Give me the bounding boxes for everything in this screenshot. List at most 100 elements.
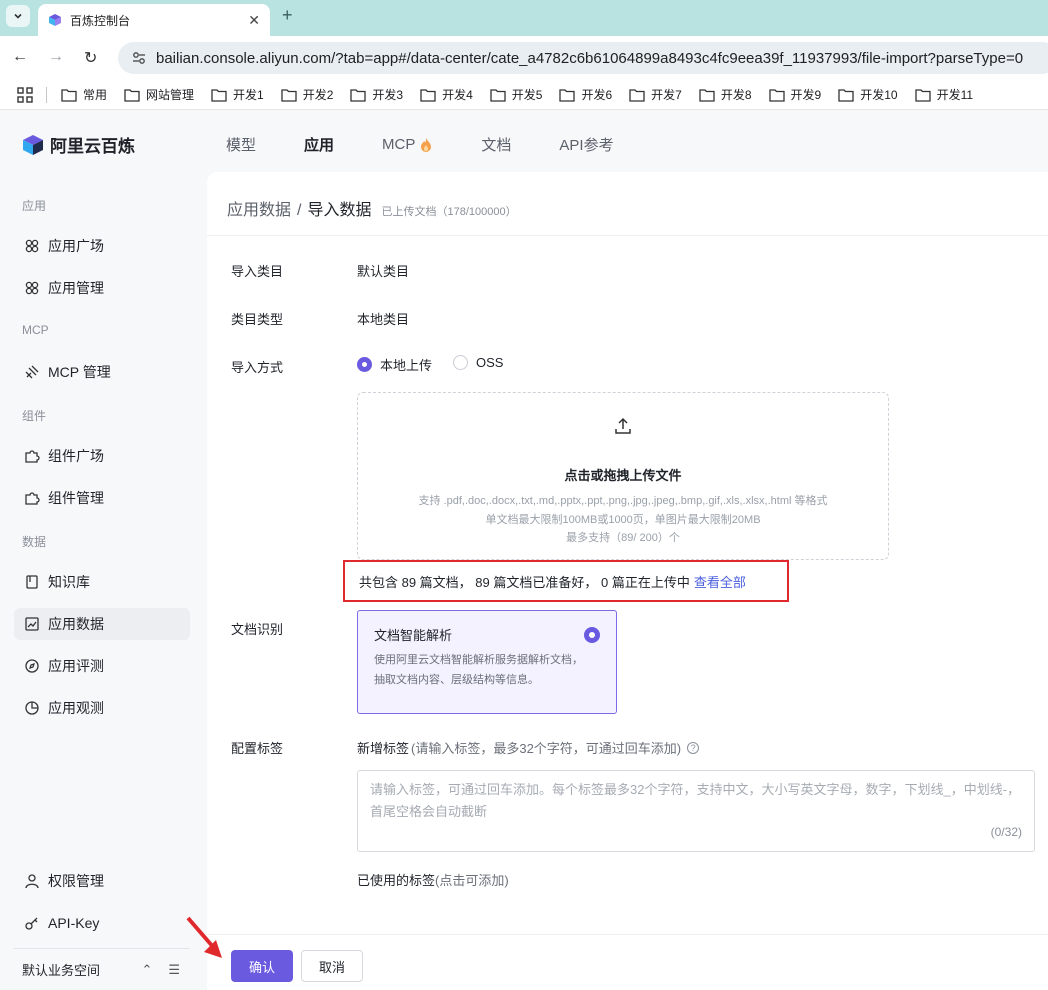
bookmark-item[interactable]: 开发1 bbox=[211, 86, 264, 103]
bookmark-item[interactable]: 开发4 bbox=[420, 86, 473, 103]
sidebar-item-mcp-manage[interactable]: MCP 管理 bbox=[14, 356, 190, 388]
smart-parse-card[interactable]: 文档智能解析 使用阿里云文档智能解析服务据解析文档，抽取文档内容、层级结构等信息… bbox=[357, 610, 617, 714]
close-tab-icon[interactable]: ✕ bbox=[248, 12, 260, 29]
site-info-icon[interactable] bbox=[130, 49, 148, 67]
upload-dropzone[interactable]: 点击或拖拽上传文件 支持 .pdf,.doc,.docx,.txt,.md,.p… bbox=[357, 392, 889, 560]
bookmark-label: 开发8 bbox=[720, 88, 752, 102]
top-nav-label: 文档 bbox=[481, 137, 512, 154]
back-icon[interactable]: ← bbox=[12, 48, 28, 66]
folder-icon bbox=[768, 88, 785, 102]
tag-char-count: (0/32) bbox=[990, 825, 1022, 839]
radio-local-upload[interactable]: 本地上传 bbox=[357, 355, 432, 374]
upload-max: 最多支持（89/ 200）个 bbox=[566, 532, 680, 544]
sidebar-item-component-manage[interactable]: 组件管理 bbox=[14, 482, 190, 514]
uploaded-count: 已上传文档（178/100000） bbox=[381, 206, 517, 218]
apps-grid-icon[interactable] bbox=[16, 86, 34, 104]
forward-icon[interactable]: → bbox=[48, 48, 64, 66]
card-description: 使用阿里云文档智能解析服务据解析文档，抽取文档内容、层级结构等信息。 bbox=[374, 654, 583, 686]
card-title: 文档智能解析 bbox=[374, 628, 453, 643]
bookmark-item[interactable]: 开发3 bbox=[350, 86, 403, 103]
url-omnibox[interactable]: bailian.console.aliyun.com/?tab=app#/dat… bbox=[118, 42, 1048, 74]
sidebar-item-app-eval[interactable]: 应用评测 bbox=[14, 650, 190, 682]
help-icon[interactable]: ? bbox=[687, 741, 700, 754]
breadcrumb-parent[interactable]: 应用数据 bbox=[227, 196, 291, 220]
sidebar-item-app-observe[interactable]: 应用观测 bbox=[14, 692, 190, 724]
compass-icon bbox=[24, 658, 40, 674]
tab-search-button[interactable] bbox=[6, 5, 30, 27]
radio-oss[interactable]: OSS bbox=[453, 355, 503, 370]
puzzle-icon bbox=[24, 448, 40, 464]
bookmarks-bar: 常用 网站管理 开发1 开发2 开发3 开发4 开发5 开发6 开发7 开发8 开发9 开发10 开发1… bbox=[0, 80, 1048, 110]
main-panel: 应用数据 / 导入数据 已上传文档（178/100000） 导入类目 默认类目 … bbox=[207, 172, 1048, 990]
group-label-data: 数据 bbox=[22, 535, 47, 549]
bookmark-label: 开发2 bbox=[302, 88, 334, 102]
top-nav-item[interactable]: 模型 bbox=[226, 134, 256, 155]
sidebar-item-label: 应用数据 bbox=[48, 616, 104, 632]
radio-label: 本地上传 bbox=[380, 358, 433, 373]
breadcrumb: 应用数据 / 导入数据 已上传文档（178/100000） bbox=[227, 196, 517, 220]
clover-icon bbox=[24, 238, 40, 254]
book-icon bbox=[24, 574, 40, 590]
top-nav-item[interactable]: MCP bbox=[382, 134, 433, 155]
bookmark-label: 开发3 bbox=[372, 88, 404, 102]
bookmark-label: 开发5 bbox=[511, 88, 543, 102]
browser-tab-bar: 百炼控制台 ✕ + bbox=[0, 0, 1048, 36]
bailian-favicon-icon bbox=[49, 14, 61, 26]
bookmark-item[interactable]: 开发2 bbox=[281, 86, 334, 103]
top-nav-item[interactable]: 应用 bbox=[304, 134, 334, 155]
new-tag-title: 新增标签 bbox=[357, 741, 410, 756]
cancel-button[interactable]: 取消 bbox=[301, 950, 363, 982]
sidebar-item-label: MCP 管理 bbox=[48, 364, 111, 380]
url-text: bailian.console.aliyun.com/?tab=app#/dat… bbox=[156, 49, 1024, 67]
view-all-link[interactable]: 查看全部 bbox=[694, 572, 746, 591]
bookmark-label: 开发4 bbox=[442, 88, 473, 102]
clover-icon bbox=[24, 280, 40, 296]
brand-logo[interactable]: 阿里云百炼 bbox=[22, 132, 135, 157]
bookmark-item[interactable]: 开发6 bbox=[559, 86, 612, 103]
sidebar-item-component-square[interactable]: 组件广场 bbox=[14, 440, 190, 472]
used-tags-hint: (点击可添加) bbox=[435, 873, 509, 888]
sidebar-item-api-key[interactable]: API-Key bbox=[14, 907, 190, 939]
bookmark-item[interactable]: 开发11 bbox=[914, 86, 973, 103]
confirm-button[interactable]: 确认 bbox=[231, 950, 293, 982]
bookmark-item[interactable]: 开发8 bbox=[699, 86, 752, 103]
bookmark-item[interactable]: 常用 bbox=[61, 86, 107, 103]
sidebar-item-permission[interactable]: 权限管理 bbox=[14, 865, 190, 897]
folder-icon bbox=[124, 88, 140, 102]
address-bar-row: ← → ↻ bailian.console.aliyun.com/?tab=ap… bbox=[0, 36, 1048, 80]
sidebar-item-app-data[interactable]: 应用数据 bbox=[14, 608, 190, 640]
bookmark-label: 开发6 bbox=[581, 88, 613, 102]
top-nav-item[interactable]: 文档 bbox=[481, 134, 511, 155]
chevron-up-icon[interactable]: ⌃ bbox=[141, 962, 152, 978]
header-divider bbox=[207, 235, 1048, 236]
workspace-switcher[interactable]: 默认业务空间 ⌃ ☰ bbox=[14, 948, 190, 990]
folder-icon bbox=[350, 88, 367, 102]
top-nav-label: 应用 bbox=[304, 137, 335, 154]
browser-tab[interactable]: 百炼控制台 ✕ bbox=[38, 4, 270, 36]
reload-icon[interactable]: ↻ bbox=[84, 48, 97, 68]
bookmark-item[interactable]: 开发9 bbox=[768, 86, 822, 103]
bookmark-item[interactable]: 开发7 bbox=[629, 86, 682, 103]
sidebar-item-app-manage[interactable]: 应用管理 bbox=[14, 272, 190, 304]
folder-icon bbox=[281, 88, 297, 102]
bookmark-label: 网站管理 bbox=[146, 88, 195, 102]
upload-formats: 支持 .pdf,.doc,.docx,.txt,.md,.pptx,.ppt,.… bbox=[418, 495, 828, 507]
bookmark-item[interactable]: 网站管理 bbox=[124, 86, 194, 103]
tag-input[interactable]: 请输入标签，可通过回车添加。每个标签最多32个字符，支持中文，大小写英文字母，数… bbox=[357, 770, 1035, 852]
top-nav-label: MCP bbox=[382, 136, 416, 153]
top-nav-item[interactable]: API参考 bbox=[559, 134, 613, 155]
sidebar-item-app-square[interactable]: 应用广场 bbox=[14, 230, 190, 262]
bookmark-label: 开发10 bbox=[860, 88, 898, 102]
bookmark-item[interactable]: 开发10 bbox=[838, 86, 898, 103]
new-tab-icon[interactable]: + bbox=[282, 5, 293, 26]
folder-icon bbox=[420, 88, 436, 102]
radio-checked-icon bbox=[584, 627, 600, 643]
sidebar: 阿里云百炼 应用 应用广场 应用管理 MCP MCP 管理 组件 组件广场 组件… bbox=[0, 110, 206, 990]
bookmark-label: 开发9 bbox=[790, 88, 822, 102]
sidebar-item-label: API-Key bbox=[48, 915, 100, 931]
bookmark-list: 常用 网站管理 开发1 开发2 开发3 开发4 开发5 开发6 开发7 开发8 开发9 开发10 开发1… bbox=[61, 86, 990, 103]
sidebar-item-knowledge[interactable]: 知识库 bbox=[14, 566, 190, 598]
bookmark-item[interactable]: 开发5 bbox=[490, 86, 543, 103]
new-tag-heading: 新增标签 (请输入标签，最多32个字符，可通过回车添加) ? bbox=[357, 738, 700, 757]
menu-icon[interactable]: ☰ bbox=[168, 962, 180, 978]
